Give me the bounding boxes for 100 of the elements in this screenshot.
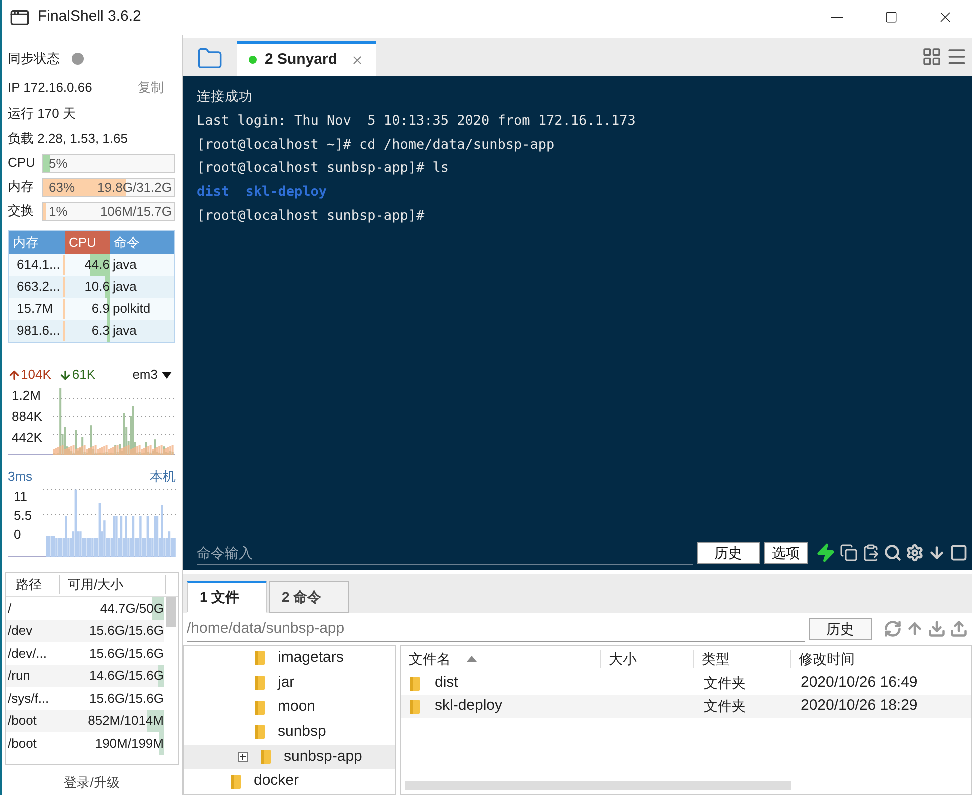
- path-field[interactable]: /home/data/sunbsp-app: [187, 616, 805, 642]
- meter-label: CPU: [8, 154, 36, 172]
- axis-label: 11: [14, 488, 28, 506]
- upload-icon[interactable]: [950, 620, 968, 638]
- terminal-line: [root@localhost sunbsp-app]#: [197, 206, 426, 226]
- disk-path: /boot: [7, 712, 38, 730]
- process-command: java: [112, 256, 137, 274]
- maximize-icon: [884, 11, 898, 24]
- sync-status-label: 同步状态: [8, 50, 60, 68]
- disk-size: 190M/199M: [95, 734, 164, 752]
- meter-label: 内存: [8, 178, 35, 196]
- tree-item[interactable]: sunbsp-app: [184, 744, 395, 770]
- file-type: 文件夹: [703, 697, 747, 716]
- terminal-line: [root@localhost ~]# cd /home/data/sunbsp-app: [197, 136, 556, 155]
- interface-dropdown[interactable]: em3: [132, 365, 172, 385]
- axis-label: 0: [14, 526, 22, 544]
- login-button[interactable]: 登录/升级: [8, 771, 176, 795]
- folder-icon: [409, 676, 421, 692]
- axis-label: 884K: [12, 408, 42, 426]
- down-arrow-icon[interactable]: [928, 544, 946, 562]
- upload-speed: 104K: [21, 366, 52, 384]
- folder-icon: [260, 749, 272, 766]
- folder-icon: [230, 774, 242, 790]
- process-memory: 981.6...: [9, 321, 65, 341]
- terminal-line: Last login: Thu Nov 5 10:13:35 2020 from 172.16.1.173: [197, 112, 637, 131]
- refresh-icon[interactable]: [884, 620, 902, 638]
- command-input[interactable]: 命令输入: [197, 541, 693, 565]
- latency-host: 本机: [150, 468, 176, 486]
- disk-path: /dev/...: [7, 644, 48, 662]
- process-command: polkitd: [112, 300, 151, 318]
- close-tab-icon[interactable]: [351, 54, 364, 66]
- column-header[interactable]: 大小: [601, 650, 694, 668]
- file-modified: 2020/10/26 18:29: [800, 696, 919, 716]
- paste-icon[interactable]: [862, 544, 880, 562]
- tree-item[interactable]: jar: [184, 670, 395, 696]
- tree-item[interactable]: sunbsp: [184, 720, 395, 745]
- disk-size: 44.7G/50G: [100, 600, 164, 618]
- disk-size: 14.6G/15.6G: [90, 667, 164, 685]
- folder-icon: [254, 675, 266, 691]
- sort-arrow-icon[interactable]: [467, 656, 477, 662]
- app-icon: [10, 8, 30, 28]
- ip-text: IP 172.16.0.66: [8, 78, 92, 97]
- grid-layout-icon[interactable]: [922, 47, 942, 67]
- copy-icon[interactable]: [840, 544, 858, 562]
- tree-item[interactable]: moon: [184, 695, 395, 720]
- caret-icon: [162, 372, 172, 378]
- settings-icon[interactable]: [906, 544, 924, 562]
- scrollbar-thumb[interactable]: [166, 597, 176, 627]
- disk-path: /: [7, 600, 13, 618]
- search-icon[interactable]: [884, 544, 902, 562]
- panel-tab[interactable]: 2 命令: [269, 581, 349, 613]
- column-header[interactable]: 修改时间: [791, 650, 971, 668]
- download-arrow-icon: [59, 368, 72, 382]
- terminal-button[interactable]: 选项: [764, 542, 808, 564]
- column-header[interactable]: 路径: [6, 574, 60, 594]
- column-header[interactable]: CPU: [65, 231, 110, 254]
- folder-icon: [254, 700, 266, 716]
- disk-path: /boot: [7, 734, 38, 752]
- session-tab[interactable]: 2 Sunyard: [237, 41, 376, 76]
- tree-item[interactable]: imagetars: [184, 646, 395, 671]
- folder-icon: [409, 698, 421, 714]
- disk-size: 852M/1014M: [88, 712, 164, 730]
- folder-icon: [254, 650, 266, 666]
- axis-label: 442K: [12, 429, 42, 447]
- meter-label: 交换: [8, 202, 35, 220]
- disk-size: 15.6G/15.6G: [90, 644, 164, 662]
- download-speed: 61K: [72, 366, 96, 384]
- upload-arrow-icon: [8, 368, 21, 382]
- meter-detail: 19.8G/31.2G: [98, 178, 172, 196]
- terminal-line: 连接成功: [197, 88, 254, 107]
- folder-icon: [254, 724, 266, 740]
- directory-listing: dist skl-deploy: [197, 183, 328, 202]
- terminal-button[interactable]: 历史: [697, 542, 760, 564]
- uptime-text: 运行 170 天: [8, 105, 77, 123]
- panel-tab[interactable]: 1 文件: [187, 581, 267, 613]
- copy-link[interactable]: 复制: [138, 78, 164, 98]
- disk-path: /dev: [7, 622, 34, 640]
- disk-path: /run: [7, 667, 32, 685]
- meter-percent: 63%: [49, 178, 76, 196]
- maximize-icon[interactable]: [950, 544, 968, 562]
- tree-item[interactable]: docker: [184, 769, 395, 794]
- column-header[interactable]: 类型: [694, 650, 791, 668]
- window-title: FinalShell 3.6.2: [38, 7, 142, 28]
- process-command: java: [112, 278, 137, 296]
- folder-icon: [197, 46, 223, 72]
- expand-icon[interactable]: [238, 752, 248, 762]
- process-command: java: [112, 322, 137, 340]
- column-header[interactable]: 文件名: [401, 650, 601, 668]
- history-button[interactable]: 历史: [809, 618, 872, 640]
- file-type: 文件夹: [703, 674, 747, 693]
- file-name[interactable]: skl-deploy: [401, 695, 601, 718]
- file-modified: 2020/10/26 16:49: [800, 673, 919, 694]
- download-icon[interactable]: [928, 620, 946, 638]
- column-header[interactable]: 可用/大小: [60, 574, 166, 594]
- axis-label: 5.5: [14, 507, 32, 525]
- horizontal-scrollbar[interactable]: [405, 781, 791, 790]
- meter-percent: 5%: [49, 154, 68, 172]
- file-name[interactable]: dist: [401, 672, 601, 695]
- terminal-line: [root@localhost sunbsp-app]# ls: [197, 159, 450, 178]
- lightning-icon[interactable]: [816, 543, 836, 563]
